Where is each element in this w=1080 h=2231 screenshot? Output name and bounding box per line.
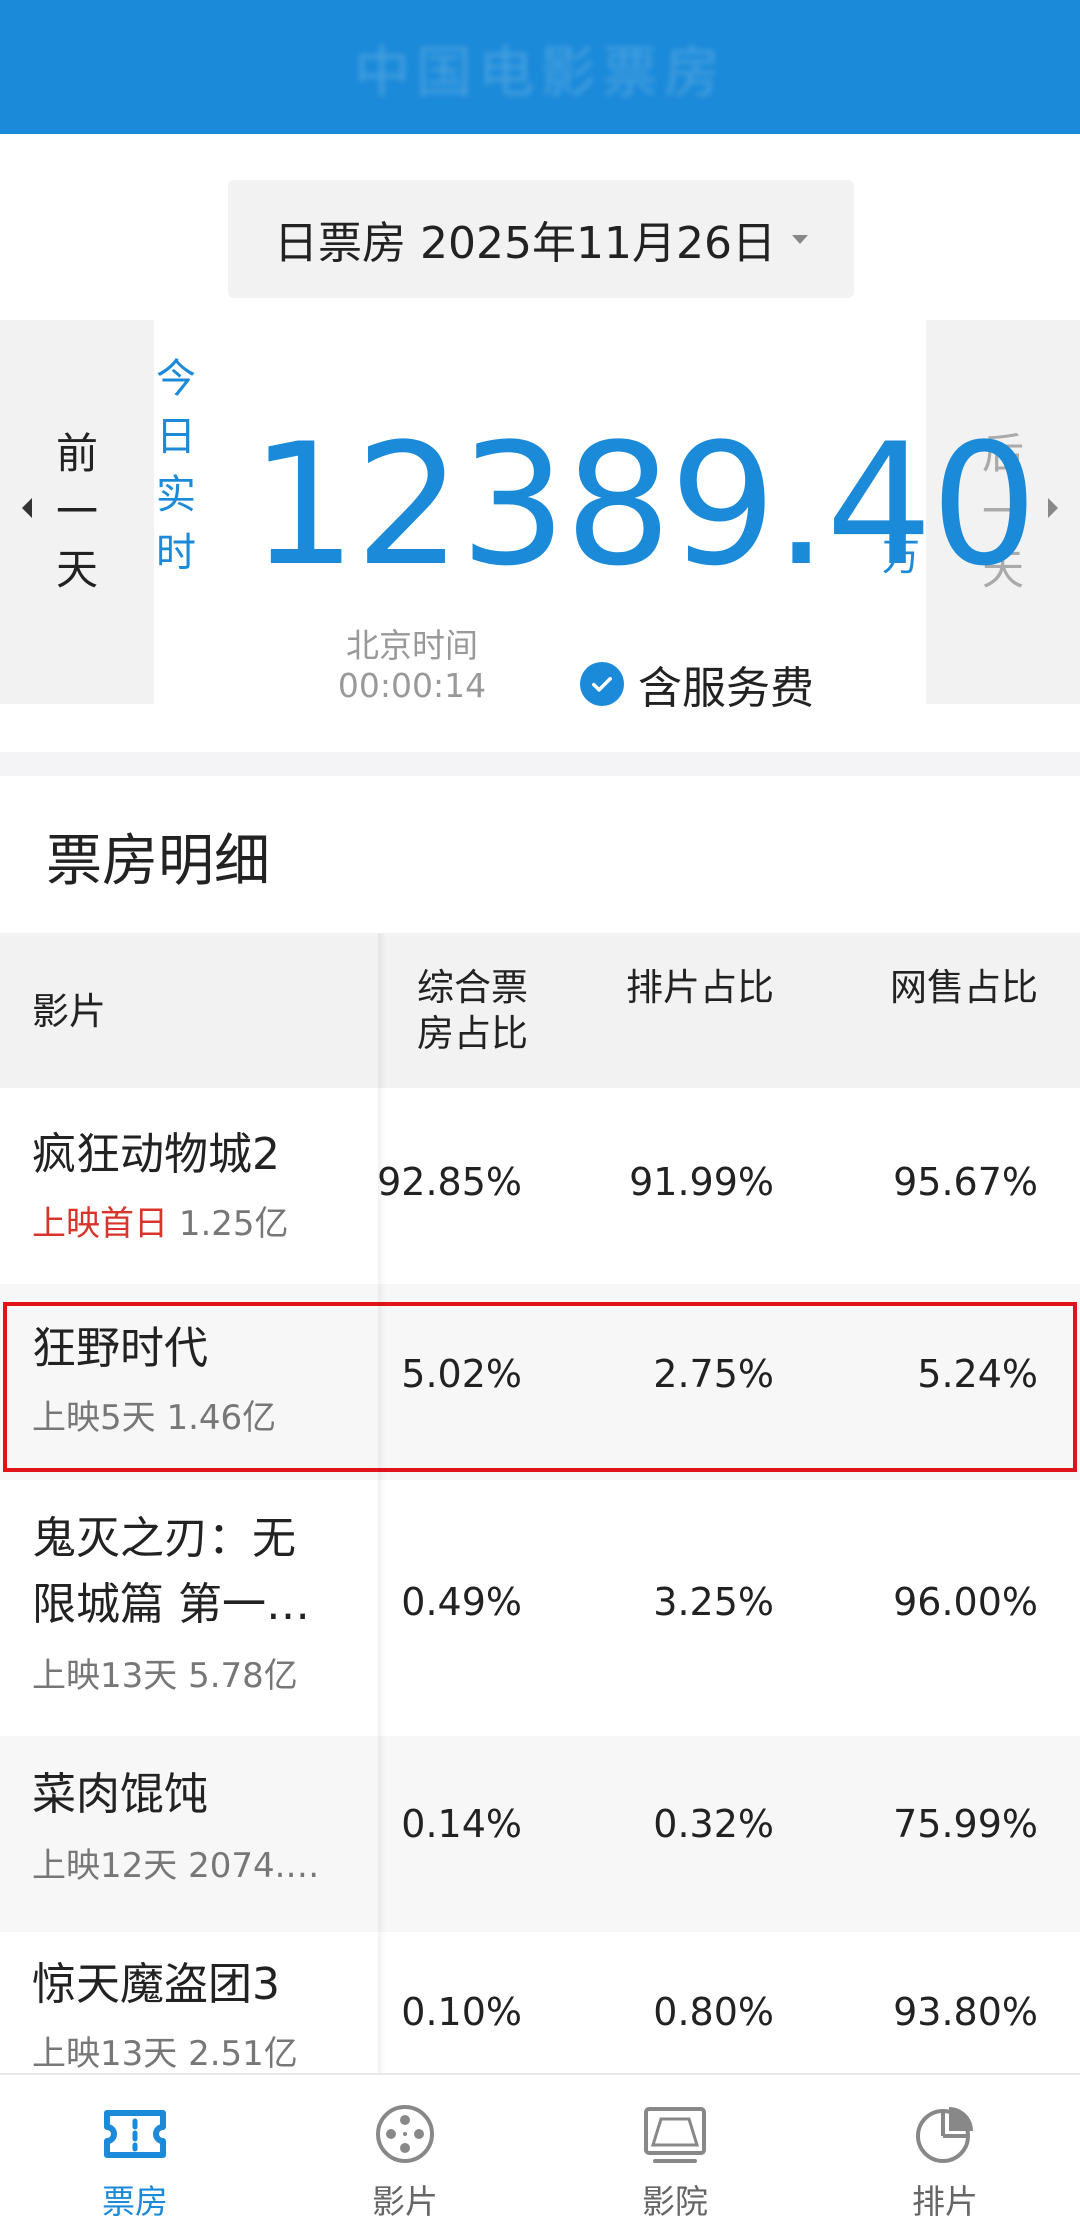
cell-schedule: 91.99% [629,1160,774,1204]
ticket-icon [104,2110,166,2158]
cell-share: 0.49% [401,1580,522,1624]
film-name-line: 限城篇 第一… [32,1579,310,1630]
previous-day-button[interactable]: 前 一 天 [0,320,154,704]
cell-share: 0.14% [401,1802,522,1846]
table-row[interactable]: 狂野时代 上映5天 1.46亿 5.02% 2.75% 5.24% [0,1284,1080,1480]
cell-schedule: 0.32% [653,1802,774,1846]
cell-schedule: 0.80% [653,1990,774,2034]
tab-label: 排片 [912,2182,978,2221]
cell-online: 95.67% [893,1160,1038,1204]
realtime-label-char: 实 [156,472,196,518]
film-name-line: 鬼灭之刃：无 [32,1513,296,1564]
table-row[interactable]: 鬼灭之刃：无 限城篇 第一… 上映13天 5.78亿 0.49% 3.25% 9… [0,1480,1080,1736]
app-title: 中国电影票房 [354,41,726,106]
date-selector-label: 日票房 2025年11月26日 [274,218,776,269]
realtime-label: 今 日 实 时 [156,350,196,582]
pie-chart-icon [916,2107,973,2163]
realtime-label-char: 今 [156,356,196,402]
film-sub: 上映13天 5.78亿 [32,1656,298,1696]
date-selector[interactable]: 日票房 2025年11月26日 [228,180,854,298]
table-header: 影片 综合票房占比 排片占比 网售占比 [0,933,1080,1088]
film-name: 疯狂动物城2 [32,1129,280,1180]
film-sub: 上映13天 2.51亿 [32,2034,298,2073]
realtime-label-char: 日 [156,414,196,460]
bottom-tab-bar: 票房 影片 影院 排片 [0,2073,1080,2229]
film-sub: 上映5天 1.46亿 [32,1398,277,1438]
film-reel-icon [376,2105,434,2163]
table-row[interactable]: 菜肉馄饨 上映12天 2074.… 0.14% 0.32% 75.99% [0,1736,1080,1932]
release-tag: 上映首日 [32,1204,168,1244]
service-fee-label: 含服务费 [638,663,814,714]
cell-online: 96.00% [893,1580,1038,1624]
film-name: 惊天魔盗团3 [32,1959,280,2010]
beijing-time: 北京时间 00:00:14 [332,626,492,706]
chevron-left-icon [22,498,32,518]
tab-cinemas[interactable]: 影院 [540,2075,810,2231]
film-name: 狂野时代 [32,1323,208,1374]
cell-share: 92.85% [377,1160,522,1204]
cell-share: 5.02% [401,1352,522,1396]
section-divider [0,752,1080,776]
cinema-screen-icon [644,2107,706,2163]
sticky-column-shadow [378,933,386,2073]
prev-label-char: 前 [55,429,98,478]
tab-schedule[interactable]: 排片 [810,2075,1080,2231]
cell-online: 5.24% [917,1352,1038,1396]
realtime-unit: 万 [882,535,921,579]
cell-schedule: 3.25% [653,1580,774,1624]
tab-label: 影片 [372,2182,438,2221]
tab-films[interactable]: 影片 [270,2075,540,2231]
beijing-time-label: 北京时间 [346,626,478,665]
film-gross: 1.25亿 [178,1204,289,1244]
cell-schedule: 2.75% [653,1352,774,1396]
beijing-time-value: 00:00:14 [337,666,487,705]
column-header-online[interactable]: 网售占比 [850,965,1038,1011]
cell-share: 0.10% [401,1990,522,2034]
top-bar: 中国电影票房 [0,0,1080,134]
section-title: 票房明细 [46,829,270,894]
table-row[interactable]: 疯狂动物城2 上映首日 1.25亿 92.85% 91.99% 95.67% [0,1088,1080,1284]
film-sub: 上映12天 2074.… [32,1846,320,1886]
film-name: 菜肉馄饨 [32,1769,208,1820]
service-fee-toggle[interactable]: 含服务费 [580,652,814,716]
table-row[interactable]: 惊天魔盗团3 上映13天 2.51亿 0.10% 0.80% 93.80% [0,1932,1080,2073]
check-circle-icon [580,662,624,706]
tab-label: 票房 [102,2182,168,2221]
realtime-label-char: 时 [156,530,196,576]
column-header-schedule[interactable]: 排片占比 [590,965,774,1011]
tab-box-office[interactable]: 票房 [0,2075,270,2231]
prev-label-char: 一 [55,487,98,536]
film-sub: 上映首日 1.25亿 [32,1196,289,1245]
chevron-right-icon [1048,498,1058,518]
prev-label-char: 天 [55,545,98,594]
tab-label: 影院 [642,2182,708,2221]
cell-online: 75.99% [893,1802,1038,1846]
column-header-film[interactable]: 影片 [32,989,106,1035]
cell-online: 93.80% [893,1990,1038,2034]
column-header-share[interactable]: 综合票房占比 [382,965,528,1057]
caret-down-icon [791,234,808,244]
